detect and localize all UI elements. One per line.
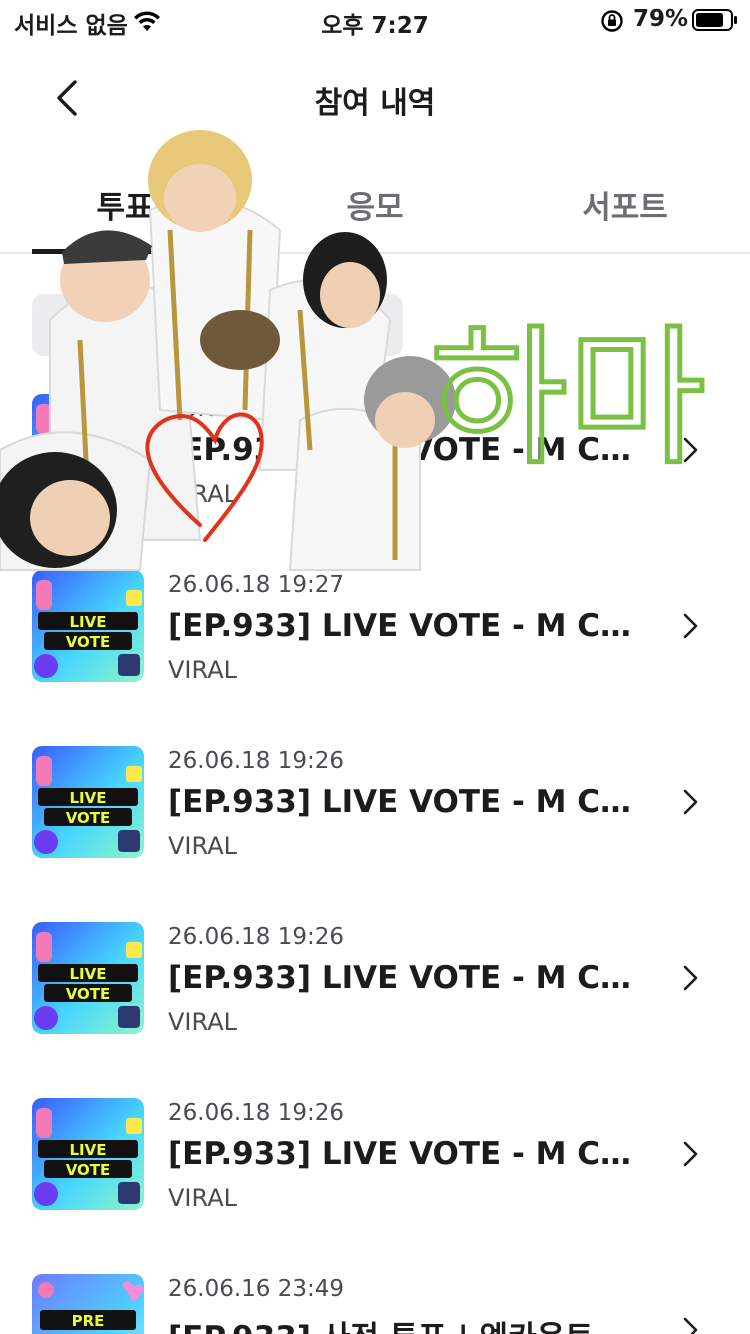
svg-text:VOTE: VOTE <box>66 1161 111 1179</box>
svg-text:PRE: PRE <box>72 1312 105 1330</box>
nav-header: 참여 내역 <box>0 60 750 134</box>
live-vote-thumbnail: LIVE VOTE <box>32 1098 144 1210</box>
svg-text:LIVE: LIVE <box>70 1141 107 1159</box>
list-item[interactable]: LIVE VOTE 26.06.18 19:27 [EP.933] LIVE V… <box>0 394 750 508</box>
battery-icon <box>692 9 737 31</box>
item-date: 26.06.18 19:26 <box>168 924 345 950</box>
chevron-right-icon <box>683 789 698 815</box>
item-title: [EP.933] 사전 투표 | 엠카운트다운 <box>168 1312 638 1334</box>
chevron-right-icon <box>683 437 698 463</box>
active-tab-indicator <box>32 249 218 254</box>
item-title: [EP.933] LIVE VOTE - M COU... <box>168 432 638 468</box>
tab-vote[interactable]: 투표 <box>0 182 250 227</box>
item-title: [EP.933] LIVE VOTE - M COU... <box>168 960 638 996</box>
tab-entry[interactable]: 응모 <box>250 182 500 227</box>
item-category: VIRAL <box>168 480 237 508</box>
live-vote-thumbnail: LIVE VOTE <box>32 746 144 858</box>
svg-text:LIVE: LIVE <box>70 613 107 631</box>
item-title: [EP.933] LIVE VOTE - M COU... <box>168 608 638 644</box>
chevron-right-icon <box>683 1141 698 1167</box>
svg-text:VOTE: VOTE <box>66 809 111 827</box>
item-date: 26.06.18 19:26 <box>168 748 345 774</box>
item-date: 26.06.18 19:26 <box>168 1100 345 1126</box>
page-title: 참여 내역 <box>314 86 436 121</box>
live-vote-thumbnail: LIVE VOTE <box>32 570 144 682</box>
list-item[interactable]: LIVE VOTE 26.06.18 19:26 [EP.933] LIVE V… <box>0 746 750 860</box>
item-category: VIRAL <box>168 1008 237 1036</box>
svg-text:LIVE: LIVE <box>70 437 107 455</box>
live-vote-thumbnail: LIVE VOTE <box>32 394 144 506</box>
list-item[interactable]: PRE 26.06.16 23:49 [EP.933] 사전 투표 | 엠카운트… <box>0 1274 750 1334</box>
list-item[interactable]: LIVE VOTE 26.06.18 19:27 [EP.933] LIVE V… <box>0 570 750 684</box>
battery-percent: 79% <box>633 6 689 32</box>
live-vote-thumbnail: LIVE VOTE <box>32 922 144 1034</box>
item-title: [EP.933] LIVE VOTE - M COU... <box>168 784 638 820</box>
tab-support[interactable]: 서포트 <box>500 182 750 227</box>
item-title: [EP.933] LIVE VOTE - M COU... <box>168 1136 638 1172</box>
list-item[interactable]: LIVE VOTE 26.06.18 19:26 [EP.933] LIVE V… <box>0 1098 750 1212</box>
tab-bar: 투표 응모 서포트 <box>0 160 750 254</box>
filter-chip[interactable]: ㅈ <box>32 294 403 356</box>
status-bar: 서비스 없음 오후 7:27 79% <box>0 0 750 44</box>
svg-text:LIVE: LIVE <box>70 965 107 983</box>
item-category: VIRAL <box>168 1184 237 1212</box>
chevron-right-icon <box>683 965 698 991</box>
svg-text:VOTE: VOTE <box>66 457 111 475</box>
filter-label: ㅈ <box>56 316 77 341</box>
svg-text:LIVE: LIVE <box>70 789 107 807</box>
item-date: 26.06.18 19:27 <box>168 572 345 598</box>
item-category: VIRAL <box>168 656 237 684</box>
list-item[interactable]: LIVE VOTE 26.06.18 19:26 [EP.933] LIVE V… <box>0 922 750 1036</box>
item-date: 26.06.16 23:49 <box>168 1276 345 1302</box>
svg-text:VOTE: VOTE <box>66 633 111 651</box>
item-category: VIRAL <box>168 832 237 860</box>
item-date: 26.06.18 19:27 <box>168 396 345 422</box>
svg-text:VOTE: VOTE <box>66 985 111 1003</box>
chevron-right-icon <box>683 613 698 639</box>
pre-vote-thumbnail: PRE <box>32 1274 144 1334</box>
chevron-right-icon <box>683 1317 698 1334</box>
rotation-lock-icon <box>601 10 623 32</box>
